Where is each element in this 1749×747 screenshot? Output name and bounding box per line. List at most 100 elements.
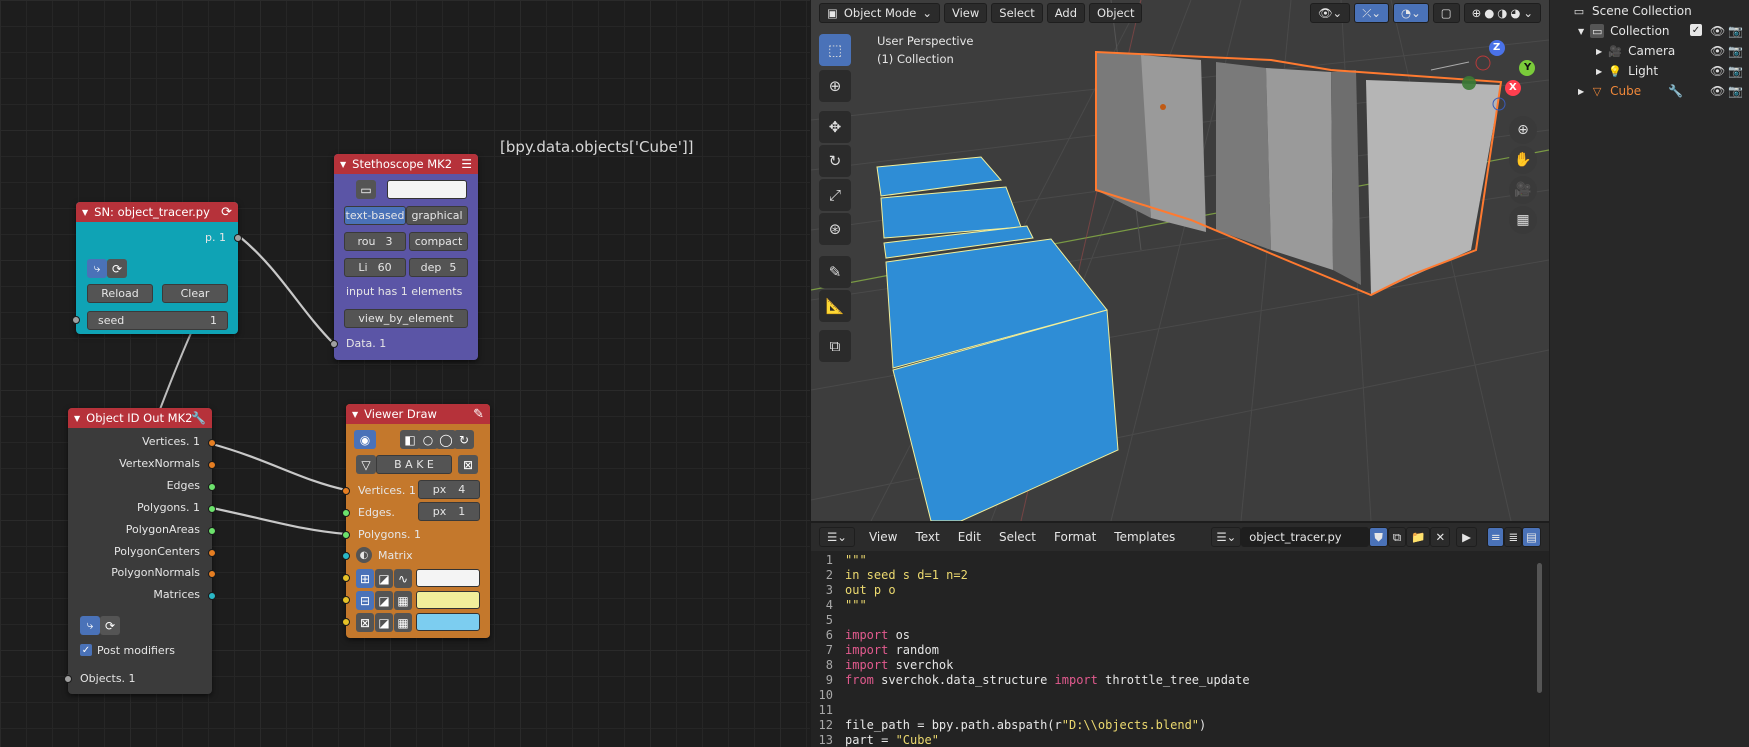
polygoncenters-socket[interactable] [208,549,216,557]
stethoscope-header[interactable]: ▼ Stethoscope MK2 ☰ [334,154,478,174]
select-box-tool[interactable]: ⬚ [819,34,851,66]
sn-output-socket[interactable] [234,234,242,242]
stethoscope-color-swatch[interactable] [387,180,467,199]
scene-collection-row[interactable]: ▭ Scene Collection [1550,1,1749,21]
outliner-item-collection[interactable]: ▼ ▭ Collection ✓ 👁 📷 [1550,21,1749,41]
cube-shade-icon[interactable]: ◧ [400,430,420,449]
bake-button[interactable]: B A K E [376,455,452,474]
object-id-out-node[interactable]: ▼ Object ID Out MK2 🔧 Vertices. 1 Vertex… [64,408,216,694]
edge-pattern-icon[interactable]: ▦ [394,591,412,610]
viewer-draw-node[interactable]: ▼ Viewer Draw ✎ ◉ ◧ ○ ◯ ↻ ▽ B A K E ⊠ Ve… [342,404,490,638]
clear-button[interactable]: Clear [162,284,228,303]
line-numbers-icon[interactable]: ≡ [1486,527,1505,547]
fake-user-shield-icon[interactable]: ⛊ [1369,527,1388,547]
collapse-icon[interactable]: ▼ [74,414,80,423]
vert-curve-icon[interactable]: ∿ [394,569,412,588]
edge-toggle-icon[interactable]: ⊟ [356,591,374,610]
folder-icon[interactable]: 📁 [1406,527,1431,547]
seed-input-socket[interactable] [72,316,80,324]
zoom-icon[interactable]: ⊕ [1509,116,1537,144]
word-wrap-icon[interactable]: ≣ [1504,527,1523,547]
text-editor[interactable]: ☰⌄ View Text Edit Select Format Template… [811,523,1549,747]
polygonnormals-socket[interactable] [208,570,216,578]
run-script-icon[interactable]: ▶ [1456,527,1477,547]
cursor-tool[interactable]: ⊕ [819,70,851,102]
outliner-item-camera[interactable]: ▶ 🎥 Camera 👁 📷 [1550,41,1749,61]
eye-icon[interactable]: ◉ [354,430,376,449]
rendered-icon[interactable]: ◕ [1510,6,1520,20]
wireframe-icon[interactable]: ⊕ [1472,6,1482,20]
chevron-down-icon[interactable]: ⌄ [1523,6,1533,20]
view-by-element-button[interactable]: view_by_element [344,309,468,328]
expand-icon[interactable]: ▶ [1596,67,1602,76]
data-input-socket[interactable] [330,340,338,348]
te-select-menu[interactable]: Select [999,530,1036,544]
add-menu[interactable]: Add [1046,3,1086,23]
annotate-tool[interactable]: ✎ [819,256,851,288]
sphere-icon[interactable]: ◯ [436,430,456,449]
viewer-draw-header[interactable]: ▼ Viewer Draw ✎ [346,404,490,424]
polygons-socket[interactable] [208,505,216,513]
post-modifiers-checkbox[interactable]: ✓ [80,644,92,656]
collapse-icon[interactable]: ▼ [340,160,346,169]
run-icon[interactable]: ⤷ [87,259,107,278]
loop-icon[interactable]: ↻ [454,430,474,449]
outliner-item-cube[interactable]: ▶ ▽ Cube 🔧 👁 📷 [1550,81,1749,101]
syntax-highlight-icon[interactable]: ▤ [1522,527,1541,547]
pan-hand-icon[interactable]: ✋ [1509,146,1537,174]
eye-icon[interactable]: 👁 [1710,24,1725,38]
viewer-vertices-socket[interactable] [342,487,350,495]
grid-view-icon[interactable]: ▦ [1509,206,1537,234]
material-icon[interactable]: ◑ [1497,6,1507,20]
objects-input-socket[interactable] [64,675,72,683]
expand-icon[interactable]: ▶ [1596,47,1602,56]
visibility-icon[interactable]: 👁⌄ [1309,3,1351,23]
text-browse-icon[interactable]: ☰⌄ [1211,527,1242,547]
vertices-socket[interactable] [208,439,216,447]
refresh-icon[interactable]: ⟳ [100,616,120,635]
te-templates-menu[interactable]: Templates [1114,530,1175,544]
te-edit-menu[interactable]: Edit [958,530,981,544]
te-view-menu[interactable]: View [869,530,897,544]
gizmo-icon[interactable]: ⤫⌄ [1354,3,1390,23]
camera-render-icon[interactable]: 📷 [1728,64,1743,78]
add-cube-tool[interactable]: ⧉ [819,330,851,362]
reload-button[interactable]: Reload [87,284,153,303]
3d-viewport[interactable]: Z Y X ▣ Object Mode ⌄ View Select Add Obje… [811,0,1549,521]
exclude-checkbox[interactable]: ✓ [1690,24,1702,36]
mode-dropdown[interactable]: ▣ Object Mode ⌄ [819,3,940,23]
vertex-color-socket[interactable] [342,574,350,582]
compact-button[interactable]: compact [409,232,468,251]
editor-type-icon[interactable]: ☰⌄ [819,527,855,547]
vertex-color-swatch[interactable] [416,569,480,587]
camera-render-icon[interactable]: 📷 [1728,84,1743,98]
te-text-menu[interactable]: Text [915,530,939,544]
edge-width-field[interactable]: px 1 [418,502,480,521]
edge-color-socket[interactable] [342,596,350,604]
select-menu[interactable]: Select [991,3,1043,23]
measure-tool[interactable]: 📐 [819,290,851,322]
viewer-matrix-socket[interactable] [342,552,350,560]
close-icon[interactable]: ✕ [1430,527,1451,547]
object-id-header[interactable]: ▼ Object ID Out MK2 🔧 [68,408,212,428]
rou-field[interactable]: rou 3 [344,232,406,251]
sn-node[interactable]: ▼ SN: object_tracer.py ⟳ p. 1 ⤷ ⟳ Reload… [72,202,242,334]
monitor-icon[interactable]: ▭ [356,180,376,199]
overlay-icon[interactable]: ◔⌄ [1393,3,1429,23]
polygon-color-swatch[interactable] [416,613,480,631]
duplicate-icon[interactable]: ⧉ [1387,527,1407,547]
expand-icon[interactable]: ▼ [1578,27,1584,36]
text-based-toggle[interactable]: text-based [344,206,406,225]
vertexnormals-socket[interactable] [208,461,216,469]
rotate-tool[interactable]: ↻ [819,145,851,177]
vertex-size-field[interactable]: px 4 [418,480,480,499]
refresh-icon[interactable]: ⟳ [107,259,127,278]
edge-color-swatch[interactable] [416,591,480,609]
stethoscope-node[interactable]: ▼ Stethoscope MK2 ☰ ▭ text-based graphic… [330,154,478,360]
run-icon[interactable]: ⤷ [80,616,100,635]
shading-group[interactable]: ⊕ ● ◑ ◕ ⌄ [1463,3,1541,23]
viewer-edges-socket[interactable] [342,509,350,517]
polygonareas-socket[interactable] [208,527,216,535]
edges-socket[interactable] [208,483,216,491]
eye-icon[interactable]: 👁 [1710,84,1725,98]
